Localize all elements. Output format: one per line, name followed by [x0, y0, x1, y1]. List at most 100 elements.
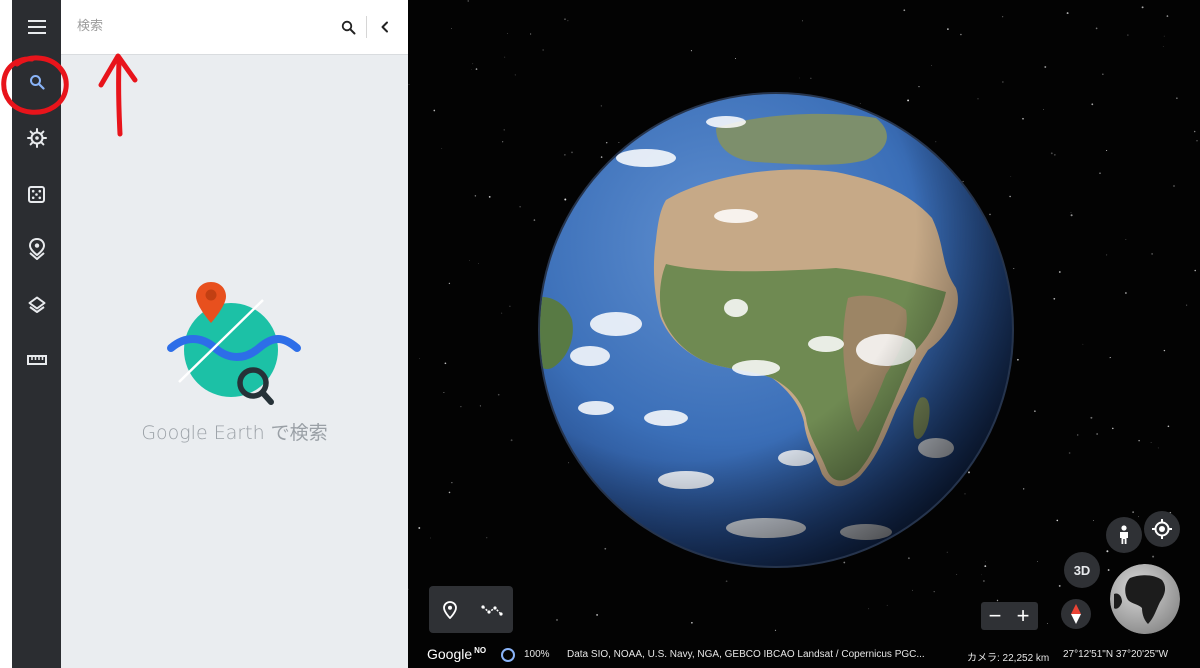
- layers-icon: [28, 296, 45, 313]
- camera-coordinates: 27°12'51"N 37°20'25"W: [1063, 649, 1169, 660]
- render-percent: 100%: [524, 649, 550, 660]
- search-icon: [29, 75, 45, 90]
- star: [471, 68, 472, 70]
- star: [408, 83, 410, 85]
- earth-viewport[interactable]: 3D − + Google NO 100% Data SIO, NOAA, U.…: [408, 0, 1200, 668]
- menu-button[interactable]: [12, 5, 61, 49]
- zoom-controls: − +: [981, 602, 1038, 630]
- star: [886, 604, 888, 606]
- star: [542, 49, 544, 51]
- star: [912, 589, 913, 591]
- star: [1186, 304, 1188, 306]
- search-illustration: [167, 282, 301, 405]
- voyager-icon: [26, 128, 47, 148]
- google-logo-text: Google: [427, 646, 473, 662]
- map-style-button[interactable]: [12, 283, 61, 327]
- status-bar: Google NO 100% Data SIO, NOAA, U.S. Navy,…: [408, 642, 1200, 668]
- star: [1109, 357, 1112, 359]
- star: [460, 405, 462, 408]
- star: [933, 590, 935, 593]
- star: [433, 109, 436, 112]
- star: [1163, 35, 1165, 37]
- add-placemark-button[interactable]: [429, 586, 471, 633]
- star: [408, 588, 409, 590]
- star: [478, 263, 479, 265]
- search-submit-button[interactable]: [335, 14, 361, 40]
- star: [1151, 253, 1153, 255]
- search-input[interactable]: [77, 12, 327, 40]
- star: [735, 58, 736, 59]
- path-icon: [481, 604, 503, 616]
- star: [1023, 488, 1025, 490]
- star: [947, 28, 949, 30]
- pegman-icon: [1120, 525, 1128, 544]
- overview-globe-button[interactable]: [1110, 564, 1180, 634]
- star: [1091, 103, 1094, 106]
- star: [1090, 416, 1093, 419]
- zoom-out-button[interactable]: −: [981, 602, 1009, 630]
- star: [533, 219, 536, 221]
- collapse-panel-button[interactable]: [372, 14, 398, 40]
- star: [451, 482, 453, 484]
- search-bar: [61, 0, 408, 55]
- data-attribution[interactable]: Data SIO, NOAA, U.S. Navy, NGA, GEBCO IB…: [567, 649, 925, 660]
- empty-state-text: Google Earth で検索: [141, 422, 328, 444]
- pegman-button[interactable]: [1106, 517, 1142, 553]
- star: [1056, 519, 1059, 522]
- star: [802, 20, 803, 22]
- star: [1058, 584, 1061, 587]
- star: [1125, 238, 1127, 241]
- ruler-icon: [26, 355, 47, 365]
- star: [451, 28, 452, 29]
- star: [1166, 15, 1169, 17]
- star: [514, 74, 516, 76]
- draw-line-button[interactable]: [471, 586, 513, 633]
- star: [486, 537, 488, 539]
- star: [474, 195, 477, 197]
- star: [472, 63, 474, 65]
- star: [1196, 140, 1198, 142]
- projects-button[interactable]: [12, 227, 61, 271]
- star: [1127, 34, 1129, 36]
- toggle-3d-button[interactable]: 3D: [1064, 552, 1100, 588]
- star: [475, 68, 478, 70]
- star: [556, 619, 558, 621]
- drawing-tools: [429, 586, 513, 633]
- earth-globe[interactable]: [536, 88, 1016, 568]
- compass-button[interactable]: [1061, 599, 1091, 629]
- star: [1106, 254, 1108, 256]
- star: [691, 621, 693, 624]
- star: [1068, 452, 1071, 454]
- menu-icon: [27, 20, 46, 34]
- star: [996, 599, 999, 602]
- star: [1034, 410, 1036, 412]
- star: [419, 358, 420, 359]
- star: [725, 580, 728, 583]
- my-location-button[interactable]: [1144, 511, 1180, 547]
- left-margin: [0, 0, 12, 668]
- star: [1053, 297, 1056, 300]
- star: [1102, 73, 1104, 75]
- star: [1138, 439, 1140, 442]
- feeling-lucky-button[interactable]: [12, 172, 61, 216]
- my-location-icon: [1152, 519, 1172, 539]
- star: [1125, 292, 1127, 294]
- star: [1002, 81, 1004, 83]
- navigation-rail: [12, 0, 61, 668]
- logo-badge: NO: [474, 646, 487, 656]
- zoom-in-button[interactable]: +: [1009, 602, 1037, 630]
- star: [1077, 434, 1079, 436]
- star: [1157, 447, 1159, 449]
- star: [1050, 152, 1053, 155]
- voyager-button[interactable]: [12, 116, 61, 160]
- rail-search-button[interactable]: [12, 60, 61, 104]
- star: [1082, 343, 1084, 345]
- mini-globe-icon: [1110, 564, 1180, 634]
- star: [564, 18, 566, 20]
- star: [1058, 271, 1061, 273]
- star: [1044, 66, 1047, 68]
- star: [1066, 12, 1069, 15]
- measure-button[interactable]: [12, 338, 61, 382]
- star: [441, 147, 443, 149]
- star: [810, 77, 812, 79]
